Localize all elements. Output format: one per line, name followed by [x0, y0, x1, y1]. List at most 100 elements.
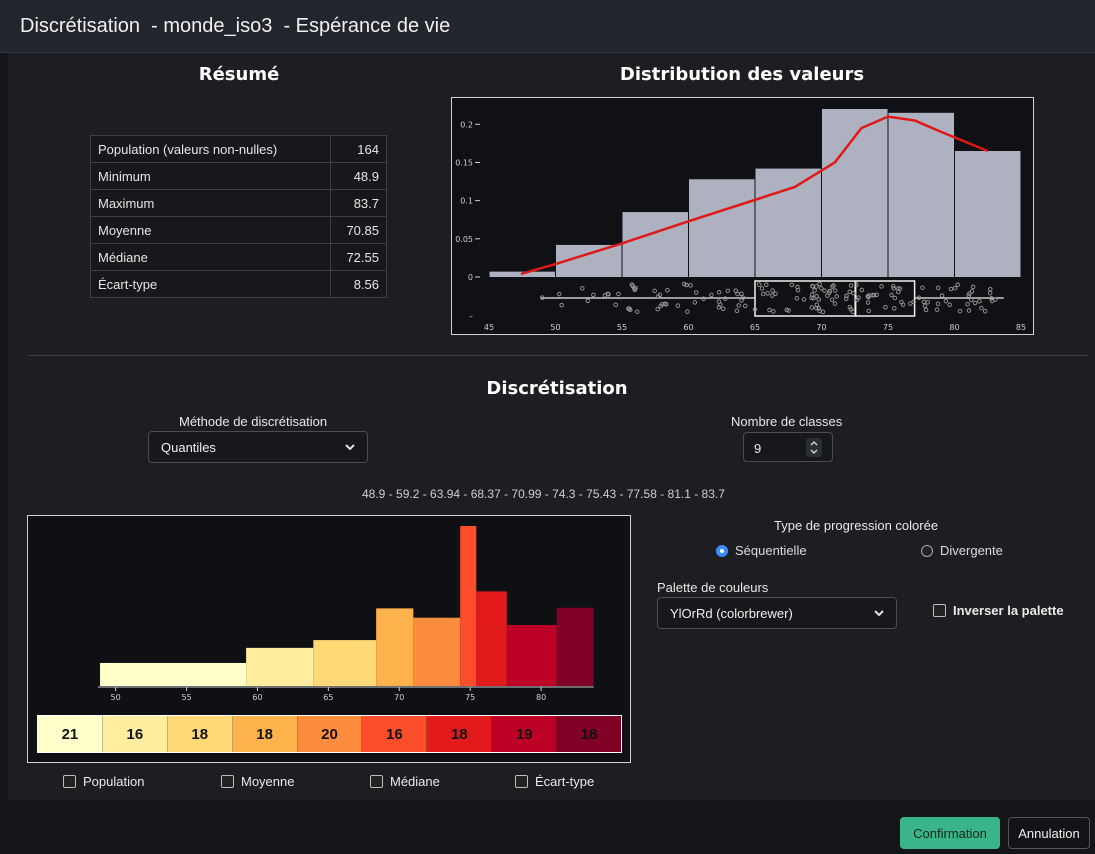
invert-palette-checkbox[interactable]: Inverser la palette: [933, 603, 1064, 618]
summary-table: Population (valeurs non-nulles) 164 Minimu…: [90, 135, 387, 298]
class-count-cell: 18: [167, 716, 233, 752]
class-count-cell: 16: [362, 716, 428, 752]
data-point: [580, 286, 585, 291]
class-count-cell: 19: [492, 716, 558, 752]
radio-divergent[interactable]: Divergente: [921, 543, 1003, 558]
x-tick-label: 65: [323, 693, 333, 702]
radio-sequential[interactable]: Séquentielle: [716, 543, 807, 558]
data-point: [735, 291, 740, 297]
method-select[interactable]: Quantiles: [148, 431, 368, 463]
histogram-bar: [755, 168, 821, 277]
summary-row-label: Médiane: [90, 243, 331, 271]
checkbox-icon: [63, 775, 76, 788]
data-point: [947, 302, 952, 308]
data-point: [692, 300, 698, 305]
data-point: [948, 286, 954, 292]
data-point: [935, 301, 941, 307]
data-point: [952, 285, 958, 291]
confirm-button[interactable]: Confirmation: [900, 817, 1000, 849]
summary-row: Écart-type 8.56: [90, 270, 387, 298]
data-point: [770, 288, 775, 293]
summary-row-value: 164: [330, 135, 387, 163]
data-point: [591, 292, 596, 298]
data-point: [965, 301, 970, 307]
data-point: [972, 300, 978, 306]
summary-row: Maximum 83.7: [90, 189, 387, 217]
section-divider: [28, 355, 1088, 356]
x-tick-label: 55: [617, 323, 627, 332]
summary-heading: Résumé: [198, 64, 280, 85]
data-point: [725, 288, 731, 294]
class-count-cell: 18: [557, 716, 622, 752]
data-point: [934, 307, 940, 312]
data-point: [720, 306, 726, 312]
checkbox-icon: [933, 604, 946, 617]
dialog-title: Discrétisation - monde_iso3 - Espérance …: [20, 15, 451, 37]
class-count-cell: 18: [232, 716, 298, 752]
data-point: [771, 309, 776, 314]
distribution-heading: Distribution des valeurs: [619, 64, 865, 85]
cancel-button[interactable]: Annulation: [1008, 817, 1090, 849]
data-point: [922, 303, 928, 309]
x-tick-label: 70: [394, 693, 404, 702]
data-point: [734, 308, 740, 314]
y-tick-label: 0.1: [460, 197, 473, 206]
data-point: [923, 307, 929, 313]
class-count-cell: 20: [297, 716, 363, 752]
data-point: [832, 301, 838, 306]
data-point: [723, 296, 728, 301]
summary-row-value: 83.7: [330, 189, 387, 217]
data-point: [968, 297, 974, 303]
x-tick-label: 85: [1016, 323, 1026, 332]
data-point: [814, 284, 819, 289]
data-point: [739, 291, 744, 297]
x-tick-label: 50: [550, 323, 560, 332]
data-point: [889, 292, 894, 298]
data-point: [759, 286, 765, 291]
summary-row-label: Maximum: [90, 189, 331, 217]
summary-row: Minimum 48.9: [90, 162, 387, 190]
x-tick-label: 70: [816, 323, 826, 332]
data-point: [675, 303, 681, 308]
data-point: [693, 290, 699, 295]
data-point: [834, 294, 839, 299]
classes-stepper[interactable]: 9: [743, 432, 833, 462]
histogram-bar: [822, 109, 888, 277]
breaks-text: 48.9 - 59.2 - 63.94 - 68.37 - 70.99 - 74…: [362, 487, 725, 501]
checkbox-stddev[interactable]: Écart-type: [515, 774, 594, 789]
summary-row-value: 8.56: [330, 270, 387, 298]
data-point: [709, 292, 714, 298]
data-point: [743, 303, 748, 309]
stepper-arrows-icon[interactable]: [806, 438, 822, 457]
histogram-bar: [622, 212, 688, 277]
data-point: [865, 300, 871, 305]
data-point: [814, 305, 819, 311]
summary-row-label: Écart-type: [90, 270, 331, 298]
class-bar: [246, 647, 314, 686]
class-counts-row: 21 16 18 18 20 16 18 19 18: [37, 715, 622, 753]
discretization-heading: Discrétisation: [486, 378, 628, 399]
checkbox-icon: [370, 775, 383, 788]
data-point: [688, 283, 693, 288]
checkbox-population[interactable]: Population: [63, 774, 144, 789]
radio-unchecked-icon: [921, 544, 933, 557]
class-count-cell: 21: [38, 716, 103, 752]
palette-label: Palette de couleurs: [657, 580, 769, 595]
data-point: [970, 284, 976, 290]
data-point: [817, 281, 822, 287]
data-point: [559, 302, 564, 308]
method-select-value: Quantiles: [161, 440, 216, 455]
palette-select[interactable]: YlOrRd (colorbrewer): [657, 597, 897, 629]
checkbox-mean[interactable]: Moyenne: [221, 774, 294, 789]
data-point: [957, 308, 963, 314]
data-point: [892, 306, 897, 311]
data-point: [613, 302, 618, 308]
dialog-titlebar: Discrétisation - monde_iso3 - Espérance …: [0, 0, 1095, 53]
checkbox-median[interactable]: Médiane: [370, 774, 440, 789]
class-count-cell: 16: [102, 716, 168, 752]
radio-sequential-label: Séquentielle: [735, 543, 807, 558]
x-tick-label: 80: [536, 693, 546, 702]
data-point: [866, 308, 871, 314]
data-point: [616, 291, 621, 297]
distribution-chart: 0 0.05 0.1 0.15 0.2 – 45 50 55 60 65 70 75 80 85: [451, 97, 1034, 335]
